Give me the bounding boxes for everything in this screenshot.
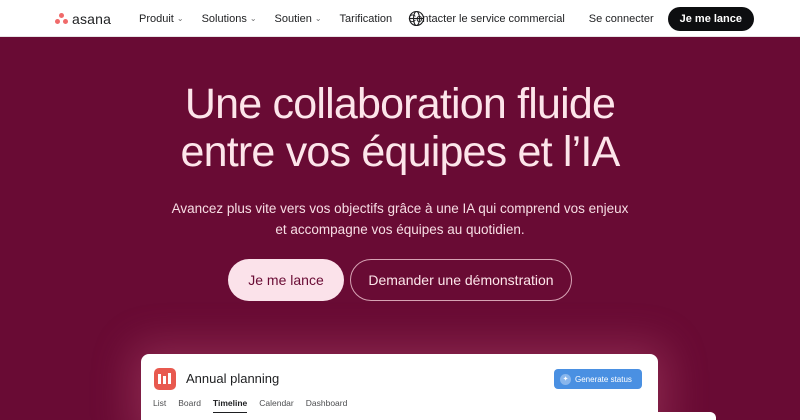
nav-actions: Contacter le service commercial Se conne… (408, 0, 754, 37)
tab-board[interactable]: Board (178, 398, 201, 413)
asana-logo[interactable]: asana (55, 11, 111, 27)
product-preview-card: Annual planning ✦ Generate status List B… (141, 354, 658, 420)
contact-sales-link[interactable]: Contacter le service commercial (408, 13, 565, 25)
nav-item-soutien[interactable]: Soutien ⌄ (275, 13, 322, 25)
tab-timeline[interactable]: Timeline (212, 398, 248, 413)
project-tabs: List Board Timeline Calendar Dashboard (153, 398, 347, 413)
nav-item-tarification[interactable]: Tarification (340, 13, 393, 25)
chevron-down-icon: ⌄ (249, 14, 257, 23)
nav-item-solutions[interactable]: Solutions ⌄ (202, 13, 257, 25)
hero-title-line2: entre vos équipes et l’IA (180, 128, 621, 176)
chevron-down-icon: ⌄ (314, 14, 322, 23)
nav-item-label: Solutions (201, 12, 247, 25)
chevron-down-icon: ⌄ (176, 14, 184, 23)
sign-in-link[interactable]: Se connecter (589, 13, 654, 25)
tab-calendar[interactable]: Calendar (259, 398, 294, 413)
top-nav: asana Produit ⌄ Solutions ⌄ Soutien ⌄ Ta… (0, 0, 800, 37)
sparkle-icon: ✦ (560, 373, 571, 385)
hero-subtitle: Avancez plus vite vers vos objectifs grâ… (0, 198, 800, 240)
hero-title-line1: Une collaboration fluide (184, 80, 616, 128)
nav-item-label: Soutien (274, 12, 312, 25)
generate-status-label: Generate status (575, 374, 632, 384)
nav-get-started-button[interactable]: Je me lance (667, 6, 754, 31)
brand-name: asana (72, 11, 112, 27)
nav-item-label: Tarification (339, 12, 393, 25)
request-demo-button[interactable]: Demander une démonstration (350, 259, 572, 301)
hero-subtitle-line1: Avancez plus vite vers vos objectifs grâ… (171, 201, 629, 216)
hero-subtitle-line2: et accompagne vos équipes au quotidien. (275, 222, 525, 237)
tab-dashboard[interactable]: Dashboard (306, 398, 348, 413)
asana-logo-icon (55, 13, 68, 25)
nav-item-produit[interactable]: Produit ⌄ (139, 13, 184, 25)
project-icon (154, 368, 176, 390)
get-started-button[interactable]: Je me lance (228, 259, 344, 301)
project-title: Annual planning (186, 371, 280, 386)
secondary-preview-panel (596, 412, 716, 420)
generate-status-button[interactable]: ✦ Generate status (554, 369, 642, 389)
nav-item-label: Produit (139, 12, 174, 25)
main-menu: Produit ⌄ Solutions ⌄ Soutien ⌄ Tarifica… (139, 0, 392, 37)
hero-title: Une collaboration fluide entre vos équip… (0, 80, 800, 176)
tab-list[interactable]: List (153, 398, 166, 413)
